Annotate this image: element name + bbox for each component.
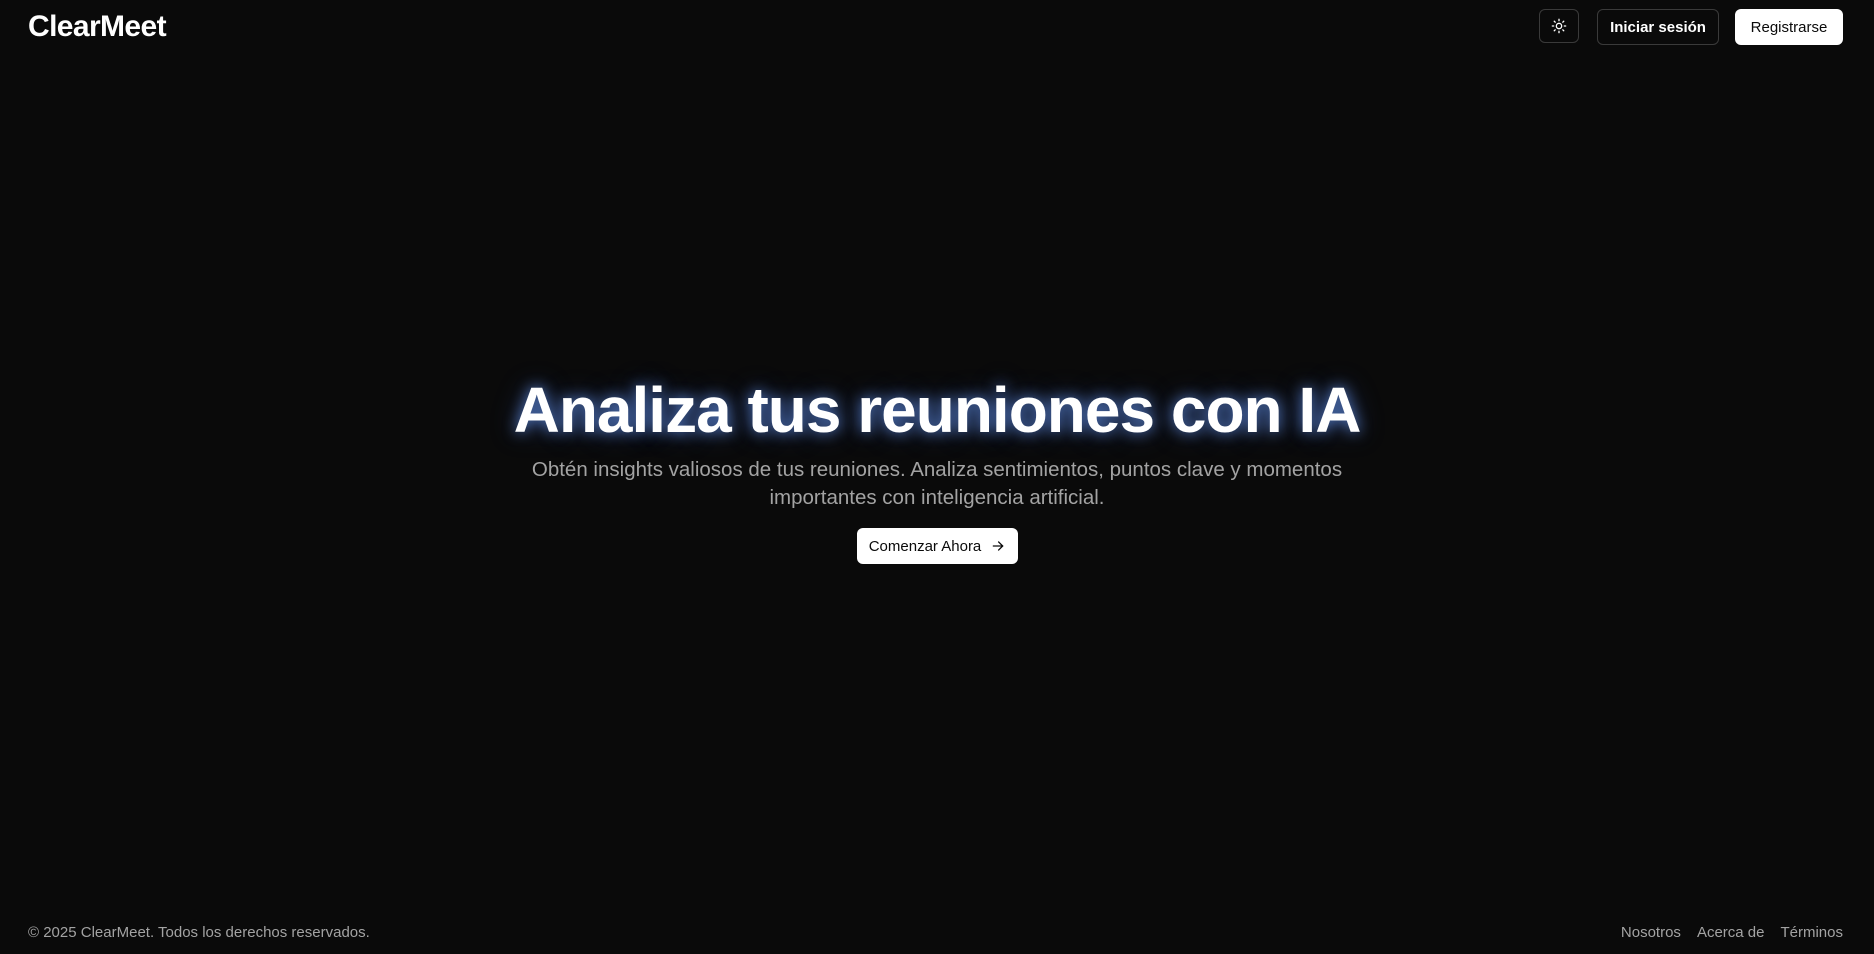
get-started-button[interactable]: Comenzar Ahora — [856, 528, 1018, 564]
hero-section: Analiza tus reuniones con IA Obtén insig… — [0, 370, 1874, 564]
sun-icon — [1551, 18, 1567, 34]
copyright-text: © 2025 ClearMeet. Todos los derechos res… — [28, 924, 370, 941]
logo[interactable]: ClearMeet — [28, 8, 167, 46]
footer-nav: Nosotros Acerca de Términos — [1621, 924, 1843, 941]
footer-link-acerca-de[interactable]: Acerca de — [1697, 924, 1765, 941]
hero-subtitle: Obtén insights valiosos de tus reuniones… — [531, 458, 1343, 509]
site-header: ClearMeet Iniciar sesión Registrarse — [0, 0, 1874, 54]
get-started-label: Comenzar Ahora — [868, 537, 982, 555]
hero-title: Analiza tus reuniones con IA — [513, 374, 1362, 446]
theme-toggle-button[interactable] — [1539, 9, 1579, 43]
register-button[interactable]: Registrarse — [1735, 9, 1843, 45]
footer-link-nosotros[interactable]: Nosotros — [1621, 924, 1681, 941]
footer-link-terminos[interactable]: Términos — [1780, 924, 1843, 941]
site-footer: © 2025 ClearMeet. Todos los derechos res… — [0, 920, 1874, 948]
login-button[interactable]: Iniciar sesión — [1597, 9, 1719, 45]
arrow-right-icon — [992, 541, 1004, 551]
